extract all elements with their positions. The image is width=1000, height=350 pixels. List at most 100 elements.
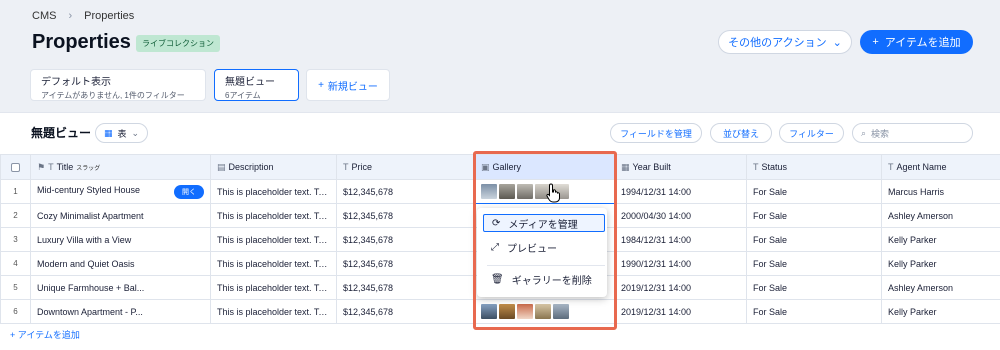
cell-price[interactable]: $12,345,678 <box>336 203 475 228</box>
cell-agent[interactable]: Kelly Parker <box>881 299 1000 324</box>
add-row-button[interactable]: + アイテムを追加 <box>10 328 80 341</box>
rich-text-icon: ▤ <box>217 161 226 172</box>
cell-price[interactable]: $12,345,678 <box>336 227 475 252</box>
table-icon: ▦ <box>104 127 113 138</box>
cell-title[interactable]: Luxury Villa with a View <box>30 227 211 252</box>
cell-status[interactable]: For Sale <box>746 251 882 276</box>
cell-status[interactable]: For Sale <box>746 203 882 228</box>
chevron-down-icon: ⌄ <box>131 127 140 138</box>
flag-icon: ⚑ <box>37 161 46 172</box>
cell-agent[interactable]: Ashley Amerson <box>881 203 1000 228</box>
add-item-label: アイテムを追加 <box>884 37 961 49</box>
column-agent-label: Agent Name <box>896 162 947 172</box>
cell-description[interactable]: This is placeholder text. To... <box>210 203 337 228</box>
new-view-button[interactable]: + 新規ビュー <box>306 69 390 101</box>
view-card-title: デフォルト表示 <box>41 77 111 88</box>
column-title-label: Title <box>56 161 74 172</box>
row-number: 3 <box>0 227 31 252</box>
cell-price[interactable]: $12,345,678 <box>336 275 475 300</box>
select-all-checkbox[interactable] <box>0 154 31 180</box>
status-badge: ライブコレクション <box>136 35 220 52</box>
text-type-icon: T <box>48 161 54 172</box>
column-header-title[interactable]: ⚑ T Title スラッグ <box>30 154 211 180</box>
cell-title-text: Mid-century Styled House <box>37 184 141 195</box>
cell-title[interactable]: Downtown Apartment - P... <box>30 299 211 324</box>
cell-title[interactable]: Modern and Quiet Oasis <box>30 251 211 276</box>
column-year-label: Year Built <box>632 161 671 172</box>
cell-agent[interactable]: Kelly Parker <box>881 251 1000 276</box>
sort-button[interactable]: 並び替え <box>710 123 772 143</box>
cell-status[interactable]: For Sale <box>746 179 882 204</box>
page-title: Properties <box>32 31 131 53</box>
add-item-button[interactable]: + アイテムを追加 <box>860 30 973 54</box>
view-type-label: 表 <box>117 128 127 139</box>
cell-status[interactable]: For Sale <box>746 275 882 300</box>
hand-cursor-icon <box>546 183 560 203</box>
cell-title[interactable]: Mid-century Styled House 開く <box>30 179 211 204</box>
row-number: 2 <box>0 203 31 228</box>
breadcrumb-cms[interactable]: CMS <box>32 10 56 22</box>
calendar-icon: ▦ <box>621 161 630 172</box>
search-placeholder: 検索 <box>871 128 890 139</box>
cell-description[interactable]: This is placeholder text. To... <box>210 179 337 204</box>
text-type-icon: T <box>343 162 349 172</box>
view-card-subtitle: アイテムがありません, 1件のフィルター <box>41 91 185 100</box>
new-view-label: 新規ビュー <box>327 81 378 93</box>
view-card-default[interactable]: デフォルト表示 アイテムがありません, 1件のフィルター <box>30 69 206 101</box>
open-button[interactable]: 開く <box>174 184 204 199</box>
cell-title[interactable]: Cozy Minimalist Apartment <box>30 203 211 228</box>
row-number: 5 <box>0 275 31 300</box>
column-description-label: Description <box>228 161 274 172</box>
manage-fields-button[interactable]: フィールドを管理 <box>610 123 702 143</box>
cell-price[interactable]: $12,345,678 <box>336 251 475 276</box>
column-header-description[interactable]: ▤ Description <box>210 154 337 180</box>
cell-year-built[interactable]: 1984/12/31 14:00 <box>614 227 747 252</box>
cell-description[interactable]: This is placeholder text. To... <box>210 227 337 252</box>
row-number: 6 <box>0 299 31 324</box>
cell-description[interactable]: This is placeholder text. To... <box>210 275 337 300</box>
cell-description[interactable]: This is placeholder text. To... <box>210 299 337 324</box>
cell-agent[interactable]: Marcus Harris <box>881 179 1000 204</box>
cell-year-built[interactable]: 1990/12/31 14:00 <box>614 251 747 276</box>
chevron-right-icon: › <box>68 10 73 22</box>
highlight-box <box>473 151 617 330</box>
column-header-year-built[interactable]: ▦ Year Built <box>614 154 747 180</box>
breadcrumb: CMS › Properties <box>32 10 134 22</box>
search-input[interactable]: ⌕ 検索 <box>852 123 973 143</box>
more-actions-button[interactable]: その他のアクション ⌄ <box>718 30 852 54</box>
chevron-down-icon: ⌄ <box>832 36 842 49</box>
view-card-subtitle: 6アイテム <box>225 91 261 100</box>
cell-description[interactable]: This is placeholder text. To... <box>210 251 337 276</box>
row-number: 1 <box>0 179 31 204</box>
panel-title: 無題ビュー <box>31 126 92 140</box>
cell-status[interactable]: For Sale <box>746 299 882 324</box>
column-header-agent-name[interactable]: T Agent Name <box>881 154 1000 180</box>
cell-status[interactable]: For Sale <box>746 227 882 252</box>
view-card-current[interactable]: 無題ビュー 6アイテム <box>214 69 299 101</box>
view-card-title: 無題ビュー <box>225 77 275 88</box>
more-actions-label: その他のアクション <box>728 37 827 49</box>
add-row-label: アイテムを追加 <box>17 330 80 340</box>
plus-icon: + <box>318 79 324 91</box>
column-header-status[interactable]: T Status <box>746 154 882 180</box>
cell-title[interactable]: Unique Farmhouse + Bal... <box>30 275 211 300</box>
cell-year-built[interactable]: 2019/12/31 14:00 <box>614 299 747 324</box>
cell-agent[interactable]: Ashley Amerson <box>881 275 1000 300</box>
cell-price[interactable]: $12,345,678 <box>336 299 475 324</box>
cell-price[interactable]: $12,345,678 <box>336 179 475 204</box>
plus-icon: + <box>872 36 879 48</box>
text-type-icon: T <box>888 162 894 172</box>
cell-year-built[interactable]: 1994/12/31 14:00 <box>614 179 747 204</box>
plus-icon: + <box>10 330 16 340</box>
breadcrumb-properties: Properties <box>84 10 135 22</box>
view-type-dropdown[interactable]: ▦ 表 ⌄ <box>95 123 149 143</box>
column-status-label: Status <box>761 162 788 172</box>
column-header-price[interactable]: T Price <box>336 154 475 180</box>
filter-button[interactable]: フィルター <box>779 123 844 143</box>
text-type-icon: T <box>753 162 759 172</box>
slug-label: スラッグ <box>76 165 101 172</box>
cell-agent[interactable]: Kelly Parker <box>881 227 1000 252</box>
cell-year-built[interactable]: 2019/12/31 14:00 <box>614 275 747 300</box>
search-icon: ⌕ <box>861 127 867 138</box>
cell-year-built[interactable]: 2000/04/30 14:00 <box>614 203 747 228</box>
